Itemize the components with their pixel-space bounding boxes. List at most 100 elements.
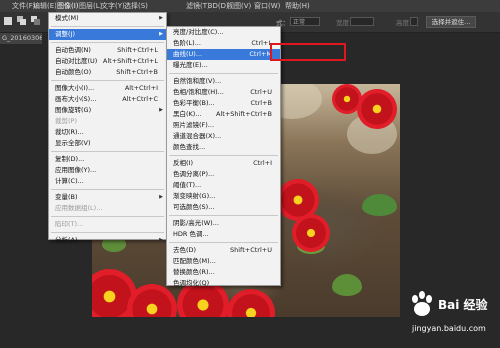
menu-item-label: HDR 色调... — [173, 230, 209, 238]
menu-item[interactable]: 照片滤镜(F)... — [167, 120, 280, 131]
menu-item[interactable]: 裁剪(P) — [49, 116, 166, 127]
menu-window[interactable]: 窗口(W) — [254, 0, 280, 12]
style-select[interactable]: 正常 — [290, 17, 320, 26]
select-and-mask-button[interactable]: 选择并遮住... — [426, 16, 476, 28]
menu-separator — [51, 216, 164, 217]
width-input[interactable] — [350, 17, 374, 26]
submenu-arrow-icon: ▶ — [159, 15, 163, 21]
menu-item[interactable]: 颜色查找... — [167, 142, 280, 153]
menu-item[interactable]: 色阶(L)... Ctrl+L — [167, 38, 280, 49]
menu-item[interactable]: 自然饱和度(V)... — [167, 76, 280, 87]
menu-item-shortcut: Ctrl+L — [251, 39, 272, 47]
menu-item[interactable]: 裁切(R)... — [49, 127, 166, 138]
menu-item[interactable]: 调整(J) ▶ — [49, 29, 166, 40]
menu-item-label: 色相/饱和度(H)... — [173, 88, 224, 96]
menu-item[interactable]: 图像旋转(G) ▶ — [49, 105, 166, 116]
submenu-arrow-icon: ▶ — [159, 194, 163, 200]
height-input[interactable] — [410, 17, 418, 26]
menu-item[interactable]: 替换颜色(R)... — [167, 267, 280, 278]
menu-item-shortcut: Ctrl+I — [253, 159, 272, 167]
menu-3d[interactable]: 3D(D) — [208, 0, 229, 12]
menu-item[interactable]: 阈值(T)... — [167, 180, 280, 191]
ps-logo-icon[interactable] — [1, 0, 10, 12]
adjust-submenu: 亮度/对比度(C)... 色阶(L)... Ctrl+L 曲线(U)... Ctrl+M… — [166, 26, 281, 289]
menu-item[interactable]: 渐变映射(G)... — [167, 191, 280, 202]
menu-item-label: 自动对比度(U) — [55, 57, 98, 65]
menu-item[interactable]: 分析(A) ▶ — [49, 235, 166, 246]
menu-type[interactable]: 文字(Y) — [101, 0, 125, 12]
menu-item-label: 亮度/对比度(C)... — [173, 28, 224, 36]
menu-item[interactable]: 模式(M) ▶ — [49, 13, 166, 24]
menu-item[interactable]: 自动颜色(O) Shift+Ctrl+B — [49, 67, 166, 78]
paw-logo-icon — [412, 291, 432, 316]
watermark-url: jingyan.baidu.com — [412, 324, 486, 333]
subtract-selection-icon[interactable] — [31, 16, 41, 26]
menu-item-label: 色调均化(Q) — [173, 279, 210, 287]
menu-item[interactable]: 曝光度(E)... — [167, 60, 280, 71]
menu-select[interactable]: 选择(S) — [124, 0, 148, 12]
watermark-text: Bai 经验 — [438, 298, 488, 312]
width-label: 宽度 — [336, 19, 349, 27]
menu-separator — [51, 80, 164, 81]
menu-help[interactable]: 帮助(H) — [285, 0, 310, 12]
menu-item-label: 色阶(L)... — [173, 39, 201, 47]
menu-item[interactable]: 色调分离(P)... — [167, 169, 280, 180]
menu-item[interactable]: 色彩平衡(B)... Ctrl+B — [167, 98, 280, 109]
baidu-watermark: Bai 经验 jingyan.baidu.com — [400, 288, 495, 343]
menu-item-label: 图像旋转(G) — [55, 106, 92, 114]
menu-item[interactable]: 阴影/高光(W)... — [167, 218, 280, 229]
menubar: 文件(F) 编辑(E) 图像(I) 图层(L) 文字(Y) 选择(S) 滤镜(T… — [0, 0, 500, 12]
menu-item[interactable]: 图像大小(I)... Alt+Ctrl+I — [49, 83, 166, 94]
annotation-box — [270, 43, 346, 61]
menu-item-label: 变量(B) — [55, 193, 78, 201]
menu-item[interactable]: 画布大小(S)... Alt+Ctrl+C — [49, 94, 166, 105]
menu-item-label: 裁切(R)... — [55, 128, 84, 136]
menu-item[interactable]: 可选颜色(S)... — [167, 202, 280, 213]
menu-item[interactable]: 自动对比度(U) Alt+Shift+Ctrl+L — [49, 56, 166, 67]
menu-file[interactable]: 文件(F) — [12, 0, 36, 12]
menu-item[interactable]: 复制(D)... — [49, 154, 166, 165]
menu-item-label: 照片滤镜(F)... — [173, 121, 215, 129]
menu-item[interactable]: HDR 色调... — [167, 229, 280, 240]
photo-flower — [332, 84, 362, 114]
menu-filter[interactable]: 滤镜(T) — [186, 0, 210, 12]
menu-item[interactable]: 黑白(K)... Alt+Shift+Ctrl+B — [167, 109, 280, 120]
menu-item-shortcut: Shift+Ctrl+L — [117, 46, 158, 54]
menu-item[interactable]: 应用图像(Y)... — [49, 165, 166, 176]
menu-item[interactable]: 匹配颜色(M)... — [167, 256, 280, 267]
menu-item[interactable]: 反相(I) Ctrl+I — [167, 158, 280, 169]
add-selection-icon[interactable] — [17, 16, 27, 26]
menu-item[interactable]: 亮度/对比度(C)... — [167, 27, 280, 38]
menu-layer[interactable]: 图层(L) — [79, 0, 102, 12]
menu-separator — [169, 73, 278, 74]
document-tab[interactable]: G_20160306_1 — [0, 33, 42, 44]
menu-item[interactable]: 应用数据组(L)... — [49, 203, 166, 214]
menu-item-label: 曝光度(E)... — [173, 61, 208, 69]
menu-separator — [51, 189, 164, 190]
menu-item-shortcut: Ctrl+M — [249, 50, 272, 58]
menu-item[interactable]: 曲线(U)... Ctrl+M — [167, 49, 280, 60]
new-selection-icon[interactable] — [3, 16, 13, 26]
menu-separator — [169, 215, 278, 216]
menu-item[interactable]: 色相/饱和度(H)... Ctrl+U — [167, 87, 280, 98]
menu-item[interactable]: 自动色调(N) Shift+Ctrl+L — [49, 45, 166, 56]
menu-separator — [51, 26, 164, 27]
menu-item-label: 替换颜色(R)... — [173, 268, 215, 276]
menu-item-label: 去色(D) — [173, 246, 197, 254]
menu-item[interactable]: 显示全部(V) — [49, 138, 166, 149]
menu-item-label: 色调分离(P)... — [173, 170, 215, 178]
menu-item[interactable]: 通道混合器(X)... — [167, 131, 280, 142]
menu-item-label: 可选颜色(S)... — [173, 203, 215, 211]
menu-edit[interactable]: 编辑(E) — [33, 0, 57, 12]
photo-flower — [357, 89, 397, 129]
menu-item-label: 阴影/高光(W)... — [173, 219, 219, 227]
menu-image[interactable]: 图像(I) — [56, 0, 80, 12]
menu-item-label: 自然饱和度(V)... — [173, 77, 222, 85]
menu-item[interactable]: 计算(C)... — [49, 176, 166, 187]
menu-item[interactable]: 去色(D) Shift+Ctrl+U — [167, 245, 280, 256]
menu-item[interactable]: 变量(B) ▶ — [49, 192, 166, 203]
menu-item[interactable]: 陷印(T)... — [49, 219, 166, 230]
menu-separator — [169, 155, 278, 156]
menu-item[interactable]: 色调均化(Q) — [167, 278, 280, 289]
menu-view[interactable]: 视图(V) — [227, 0, 251, 12]
